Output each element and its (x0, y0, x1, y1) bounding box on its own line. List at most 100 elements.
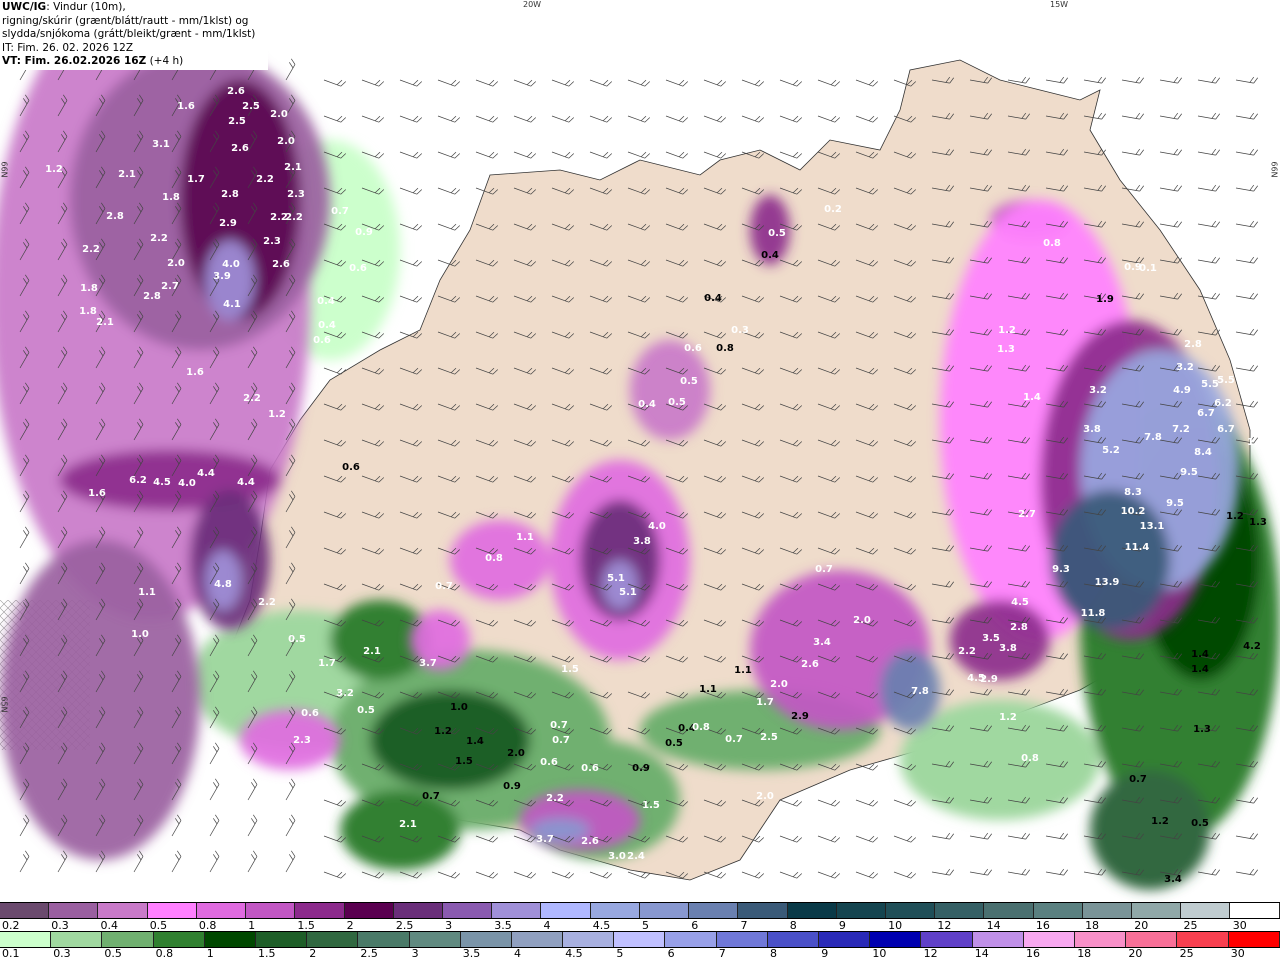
precip-value-label: 2.7 (1018, 509, 1036, 520)
snow-swatch (590, 903, 640, 918)
precip-value-label: 3.7 (536, 834, 554, 845)
precip-value-label: 5.2 (1102, 445, 1120, 456)
lat-label-66n: 66N (0, 161, 9, 178)
snow-swatch (935, 903, 985, 918)
precip-value-label: 2.7 (161, 281, 179, 292)
rain-legend-label: 5 (616, 947, 624, 960)
snow-swatch (836, 903, 886, 918)
rain-legend-label: 3 (411, 947, 419, 960)
rain-swatch (511, 932, 564, 947)
rain-swatch (1023, 932, 1075, 947)
precip-value-label: 1.8 (162, 192, 180, 203)
precip-value-label: 2.1 (118, 169, 136, 180)
precip-value-label: 6.2 (129, 475, 147, 486)
precip-value-label: 3.0 (608, 851, 626, 862)
rain-legend-label: 9 (821, 947, 829, 960)
precip-value-label: 0.7 (552, 735, 570, 746)
snow-swatch (295, 903, 345, 918)
precip-value-label: 1.2 (1226, 511, 1244, 522)
precip-value-label: 5.5 (1217, 375, 1235, 386)
rain-legend-label: 4 (514, 947, 521, 960)
precip-value-label: 1.6 (186, 367, 204, 378)
precip-value-label: 6.7 (1197, 408, 1215, 419)
precip-value-label: 1.0 (450, 702, 468, 713)
precip-value-label: 0.5 (668, 397, 686, 408)
rain-legend-label: 7 (718, 947, 726, 960)
precip-value-label: 0.2 (824, 204, 842, 215)
rain-swatch (921, 932, 973, 947)
precip-value-label: 1.7 (187, 174, 205, 185)
title-line1: : Vindur (10m), (46, 1, 126, 13)
rain-legend-label: 2.5 (360, 947, 378, 960)
precip-value-label: 3.2 (1176, 362, 1194, 373)
map-title-box: UWC/IG: Vindur (10m), rigning/skúrir (gr… (0, 0, 268, 70)
precip-value-label: 1.0 (131, 629, 149, 640)
precip-value-label: 4.4 (237, 477, 255, 488)
precip-value-label: 2.1 (363, 646, 381, 657)
rain-swatch (614, 932, 666, 947)
precip-value-label: 1.1 (138, 587, 156, 598)
precip-value-label: 0.9 (632, 763, 650, 774)
rain-swatch (819, 932, 871, 947)
precip-value-label: 1.6 (1247, 437, 1265, 448)
precip-value-label: 2.8 (106, 211, 124, 222)
precip-value-label: 0.5 (768, 228, 786, 239)
precip-value-label: 2.0 (277, 136, 295, 147)
precip-value-label: 2.0 (770, 679, 788, 690)
precip-value-label: 0.5 (357, 705, 375, 716)
precip-value-label: 0.8 (485, 553, 503, 564)
rain-legend-label: 0.8 (155, 947, 174, 960)
precip-value-label: 1.5 (455, 756, 473, 767)
rain-colorbar (0, 931, 1280, 948)
precip-value-label: 3.5 (982, 633, 1000, 644)
precip-value-label: 4.0 (222, 259, 240, 270)
precip-value-label: 1.9 (1096, 294, 1114, 305)
snow-swatch (1181, 903, 1231, 918)
precip-value-label: 10.2 (1121, 506, 1146, 517)
precip-value-label: 2.6 (801, 659, 819, 670)
rain-colorbar-labels: 0.1 0.3 0.5 0.8 1 1.5 2 2.5 3 3.5 4 4.5 5 6 7 8 9 10 12 14 1… (0, 947, 1280, 961)
precip-value-label: 4.8 (214, 579, 232, 590)
rain-legend-label: 1.5 (258, 947, 276, 960)
precip-value-label: 1.4 (1191, 649, 1209, 660)
snow-blob (630, 340, 710, 440)
precip-value-label: 6.7 (1217, 424, 1235, 435)
precip-value-label: 0.9 (503, 781, 521, 792)
precip-value-label: 1.2 (872, 789, 890, 800)
precip-value-label: 0.8 (1043, 238, 1061, 249)
precip-value-label: 0.8 (1021, 753, 1039, 764)
precip-value-label: 1.2 (998, 325, 1016, 336)
precip-value-label: 3.2 (336, 688, 354, 699)
rain-swatch (0, 932, 52, 947)
precip-value-label: 3.8 (999, 643, 1017, 654)
snow-swatch (885, 903, 936, 918)
lead-time: (+4 h) (149, 55, 184, 67)
precip-value-label: 2.2 (285, 212, 303, 223)
snow-swatch (639, 903, 690, 918)
snow-swatch (147, 903, 197, 918)
precip-value-label: 2.8 (1184, 339, 1202, 350)
snow-swatch (689, 903, 739, 918)
precip-value-label: 0.5 (680, 376, 698, 387)
precip-value-label: 1.3 (997, 344, 1015, 355)
rain-legend-label: 4.5 (565, 947, 583, 960)
precip-value-label: 3.1 (152, 139, 170, 150)
precip-value-label: 2.2 (243, 393, 261, 404)
snow-swatch (541, 903, 591, 918)
precip-value-label: 0.7 (422, 791, 440, 802)
rain-swatch (102, 932, 154, 947)
precip-value-label: 0.6 (301, 708, 319, 719)
precip-value-label: 1.2 (1151, 816, 1169, 827)
precip-value-label: 13.1 (1140, 521, 1165, 532)
rain-legend-label: 12 (923, 947, 938, 960)
precip-value-label: 2.4 (627, 851, 645, 862)
precip-value-label: 4.4 (197, 468, 215, 479)
rain-swatch (460, 932, 512, 947)
precip-value-label: 0.3 (731, 325, 749, 336)
lon-label-20w: 20W (523, 0, 542, 9)
precip-value-label: 2.3 (263, 236, 281, 247)
valid-time: VT: Fim. 26.02.2026 16Z (2, 55, 147, 67)
precip-value-label: 5.1 (607, 573, 625, 584)
rain-legend-label: 0.5 (104, 947, 122, 960)
title-line2: rigning/skúrir (grænt/blátt/rautt - mm/1… (2, 14, 249, 27)
